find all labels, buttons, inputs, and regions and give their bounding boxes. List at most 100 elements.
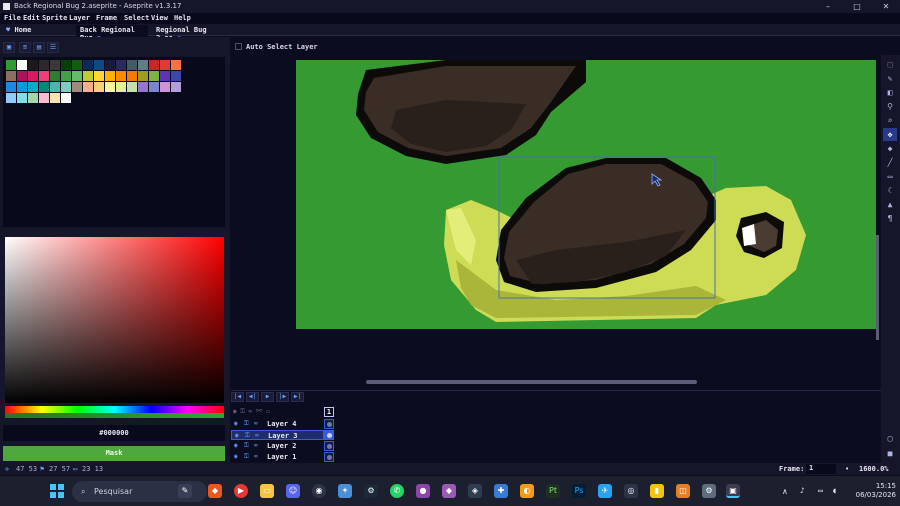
palette-swatch[interactable] (127, 60, 137, 70)
palette-swatch[interactable] (83, 82, 93, 92)
palette-swatch[interactable] (116, 82, 126, 92)
lock-icon[interactable]: ⚿ (244, 421, 250, 427)
continuous-icon[interactable]: ∞ (254, 454, 260, 460)
windows-start-icon[interactable] (50, 484, 64, 498)
menu-view[interactable]: View (151, 14, 168, 22)
hue-slider[interactable] (5, 406, 224, 413)
aseprite-taskbar-icon[interactable]: ▣ (726, 484, 740, 498)
palette-swatch[interactable] (50, 93, 60, 103)
volume-icon[interactable]: ◖ (832, 486, 837, 495)
checkbox-icon[interactable] (235, 43, 242, 50)
contour-tool-icon[interactable]: ☾ (883, 184, 897, 197)
palette-swatch[interactable] (149, 60, 159, 70)
palette-swatch[interactable] (72, 82, 82, 92)
palette-swatch[interactable] (28, 82, 38, 92)
palette-swatch[interactable] (61, 82, 71, 92)
eye-icon[interactable]: ◉ (234, 421, 240, 427)
eyedropper-tool-icon[interactable]: ⚲ (883, 100, 897, 113)
palette-swatch[interactable] (50, 71, 60, 81)
tray-chevron-icon[interactable]: ∧ (782, 487, 788, 496)
palette-swatch[interactable] (160, 71, 170, 81)
text-tool-icon[interactable]: ¶ (883, 212, 897, 225)
palette-sort-icon[interactable]: ≡ (19, 42, 31, 53)
cel-selected[interactable] (324, 430, 334, 440)
frame-header[interactable]: 1 (324, 407, 334, 417)
palette-swatch[interactable] (94, 71, 104, 81)
palette-options-icon[interactable]: ☰ (47, 42, 59, 53)
lock-icon[interactable]: ⚿ (244, 454, 250, 460)
palette-swatch[interactable] (61, 93, 71, 103)
obs-icon[interactable]: ◉ (312, 484, 326, 498)
hex-color-field[interactable]: #000000 (3, 425, 225, 441)
palette-swatch[interactable] (50, 82, 60, 92)
cel[interactable] (324, 419, 334, 429)
horizontal-scrollbar[interactable] (366, 380, 697, 384)
menu-sprite[interactable]: Sprite (42, 14, 67, 22)
palette-swatch[interactable] (6, 60, 16, 70)
palette-swatch[interactable] (160, 60, 170, 70)
eye-icon[interactable]: ◉ (235, 433, 241, 439)
minimize-button[interactable]: – (814, 0, 842, 13)
zoom-level[interactable]: 1600.0% (859, 465, 889, 473)
layer-row[interactable]: ◉ ⚿ ∞ Layer 1 (231, 452, 324, 462)
taskbar-clock[interactable]: 15:15 06/03/2026 (848, 482, 896, 500)
layer-row[interactable]: ◉ ⚿ ∞ Layer 4 (231, 419, 324, 429)
palette-swatch[interactable] (94, 60, 104, 70)
palette-swatch[interactable] (17, 60, 27, 70)
palette-lock-icon[interactable]: ▣ (3, 42, 15, 53)
maximize-button[interactable]: □ (843, 0, 871, 13)
palette-swatch[interactable] (171, 82, 181, 92)
menu-edit[interactable]: Edit (23, 14, 40, 22)
app-icon[interactable]: ✚ (494, 484, 508, 498)
palette-swatch[interactable] (171, 71, 181, 81)
prev-frame-icon[interactable]: ◀| (246, 392, 259, 402)
palette-swatch[interactable] (105, 71, 115, 81)
palette-swatch[interactable] (105, 60, 115, 70)
pt-icon[interactable]: Pt (546, 484, 560, 498)
palette-swatch[interactable] (127, 71, 137, 81)
lock-icon[interactable]: ⚿ (245, 433, 251, 439)
app-icon[interactable]: ◫ (676, 484, 690, 498)
palette-swatch[interactable] (39, 60, 49, 70)
palette-swatch[interactable] (61, 60, 71, 70)
mask-color-button[interactable]: Mask (3, 446, 225, 461)
palette-swatch[interactable] (116, 60, 126, 70)
palette-swatch[interactable] (116, 71, 126, 81)
tab-back-regional-bug[interactable]: Back Regional Bug ● (76, 25, 148, 42)
continuous-icon[interactable]: ∞ (254, 443, 260, 449)
move-tool-icon[interactable]: ✥ (883, 128, 897, 141)
palette-swatch[interactable] (105, 82, 115, 92)
frame-input[interactable]: 1 (806, 464, 836, 474)
vertical-scrollbar[interactable] (876, 235, 879, 340)
alpha-slider[interactable] (5, 413, 224, 418)
line-tool-icon[interactable]: ╱ (883, 156, 897, 169)
network-icon[interactable]: ▭ (818, 486, 823, 495)
first-frame-icon[interactable]: |◀ (231, 392, 244, 402)
menu-help[interactable]: Help (174, 14, 191, 22)
rectangle-tool-icon[interactable]: ▭ (883, 170, 897, 183)
color-spectrum[interactable] (5, 237, 224, 403)
palette-swatch[interactable] (28, 60, 38, 70)
app-icon[interactable]: ✦ (338, 484, 352, 498)
layer-row-selected[interactable]: ◉ ⚿ ∞ Layer 3 (231, 430, 324, 440)
palette-swatch[interactable] (61, 71, 71, 81)
palette-swatch[interactable] (28, 93, 38, 103)
copilot-icon[interactable]: ✎ (178, 484, 192, 498)
menu-frame[interactable]: Frame (96, 14, 117, 22)
next-frame-icon[interactable]: |▶ (276, 392, 289, 402)
whatsapp-icon[interactable]: ✆ (390, 484, 404, 498)
zoom-icon[interactable]: • (845, 465, 849, 473)
palette-swatch[interactable] (149, 71, 159, 81)
play-icon[interactable]: ▶ (261, 392, 274, 402)
eraser-tool-icon[interactable]: ◧ (883, 86, 897, 99)
palette-swatch[interactable] (72, 71, 82, 81)
palette-swatch[interactable] (28, 71, 38, 81)
eye-icon[interactable]: ◉ (234, 443, 240, 449)
palette-swatch[interactable] (94, 82, 104, 92)
palette-swatch[interactable] (138, 82, 148, 92)
palette-swatch[interactable] (17, 71, 27, 81)
menu-select[interactable]: Select (124, 14, 149, 22)
media-player-icon[interactable]: ▶ (234, 484, 248, 498)
file-explorer-icon[interactable]: ▭ (260, 484, 274, 498)
pencil-tool-icon[interactable]: ✎ (883, 72, 897, 85)
